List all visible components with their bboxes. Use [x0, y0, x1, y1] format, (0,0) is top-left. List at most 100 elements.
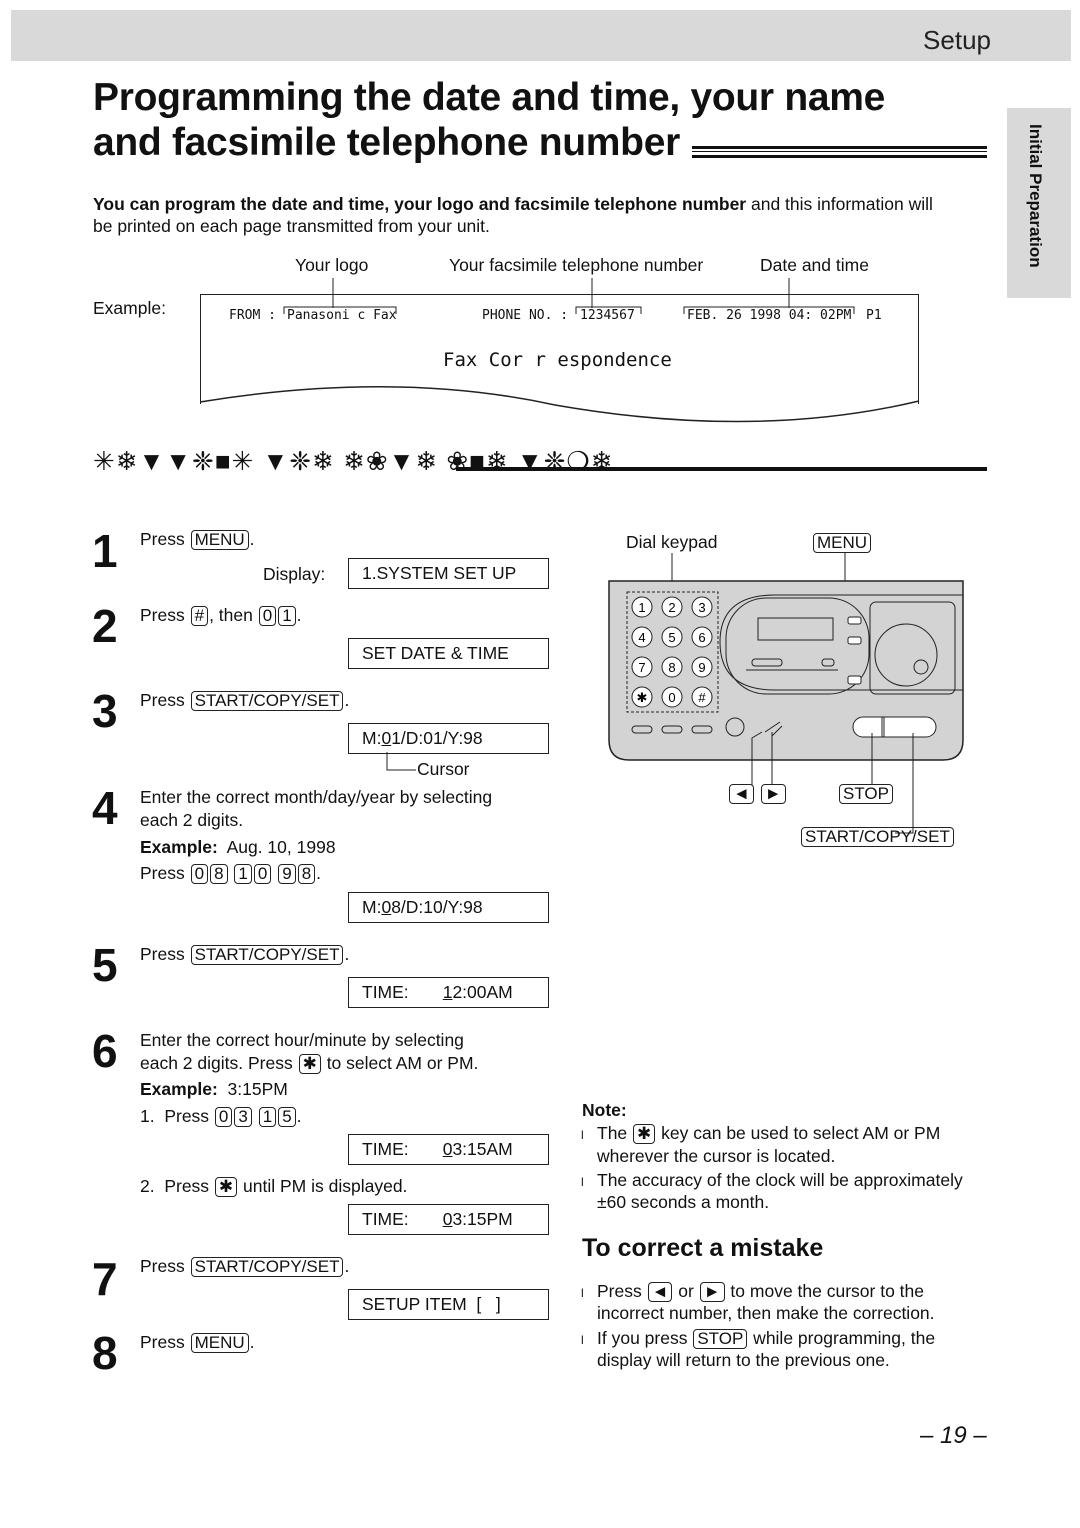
cursor-digit: 0 — [442, 1139, 453, 1159]
text: . — [249, 529, 255, 549]
text: TIME: — [362, 1139, 443, 1159]
correct-item: If you press STOP while programming, the — [597, 1326, 935, 1350]
intro-line2: be printed on each page transmitted from… — [93, 216, 490, 236]
text: Aug. 10, 1998 — [217, 837, 336, 857]
keypad-key-label: 9 — [698, 660, 705, 675]
keypad-key-label: 5 — [668, 630, 675, 645]
lcd-display: TIME: 03:15AM — [348, 1134, 549, 1165]
keypad-key-label: ✱ — [637, 690, 648, 705]
step7-text: Press START/COPY/SET. — [140, 1254, 349, 1278]
bullet: l — [581, 1128, 584, 1142]
text: Enter the correct hour/minute by selecti… — [140, 1030, 464, 1050]
text: Enter the correct month/day/year by sele… — [140, 787, 493, 807]
text: to select AM or PM. — [321, 1053, 479, 1073]
text: wherever the cursor is located. — [597, 1146, 836, 1166]
text: Press — [597, 1281, 647, 1301]
keypad-key-label: 3 — [698, 600, 705, 615]
page-title-line1: Programming the date and time, your name — [93, 76, 885, 119]
text: . — [316, 863, 322, 883]
step-number: 6 — [92, 1025, 118, 1077]
key-label: 0 — [253, 864, 272, 884]
page-number: – 19 – — [920, 1422, 987, 1449]
key-label: START/COPY/SET — [801, 827, 954, 847]
keypad-key-label: 1 — [638, 600, 645, 615]
step-number: 8 — [92, 1327, 118, 1379]
step8-text: Press MENU. — [140, 1330, 255, 1354]
text: 2. Press — [140, 1176, 214, 1196]
key-label: ◄ — [647, 1282, 673, 1302]
header-band: Setup — [11, 10, 1071, 61]
section-label: Setup — [923, 25, 991, 55]
key-label: 1 — [278, 606, 296, 626]
step4-keys: Press 08 10 98. — [140, 861, 321, 885]
intro-bold: You can program the date and time, your … — [93, 194, 747, 214]
key-label: STOP — [693, 1329, 748, 1349]
text: . — [344, 1256, 350, 1276]
correct-heading: To correct a mistake — [582, 1234, 824, 1262]
text: 3:15AM — [452, 1139, 513, 1159]
cursor-digit: 0 — [442, 1209, 453, 1229]
text: . — [296, 1106, 302, 1126]
text: Press — [140, 1256, 190, 1276]
text: until PM is displayed. — [238, 1176, 408, 1196]
text: key can be used to select AM or PM — [656, 1123, 941, 1143]
from-label: FROM : — [229, 308, 276, 323]
step-number: 2 — [92, 600, 118, 652]
datetime-value: FEB. 26 1998 04: 02PM — [687, 308, 852, 323]
note-item: wherever the cursor is located. — [597, 1144, 835, 1168]
example-label: Example: — [93, 298, 166, 318]
key-label: ► — [699, 1282, 725, 1302]
step6-keys: 1. Press 03 15. — [140, 1104, 302, 1128]
step-number: 3 — [92, 685, 118, 737]
key-label: 9 — [278, 864, 296, 884]
text: 1/D:01/Y:98 — [391, 728, 483, 748]
key-label: ✱ — [633, 1124, 656, 1144]
text: The accuracy of the clock will be approx… — [597, 1170, 963, 1190]
lcd-display: TIME: 12:00AM — [348, 977, 549, 1008]
text — [229, 863, 234, 883]
key-label: 0 — [190, 864, 209, 884]
text: . — [249, 1332, 255, 1352]
logo-value: Panasoni c Fax — [287, 308, 397, 323]
key-label: ✱ — [298, 1054, 321, 1074]
keypad-key-label: 4 — [638, 630, 645, 645]
note-item: The ✱ key can be used to select AM or PM — [597, 1121, 940, 1145]
key-label: STOP — [839, 784, 893, 804]
keypad-key-label: 7 — [638, 660, 645, 675]
lcd-display: TIME: 03:15PM — [348, 1204, 549, 1235]
step3-text: Press START/COPY/SET. — [140, 688, 349, 712]
lcd-display: SET DATE & TIME — [348, 638, 549, 669]
text: SETUP ITEM [ ] — [362, 1294, 501, 1314]
key-label: 5 — [278, 1107, 296, 1127]
lcd-display: M:01/D:01/Y:98 — [348, 723, 549, 754]
key-label: START/COPY/SET — [190, 691, 344, 711]
keypad-key-label: 6 — [698, 630, 705, 645]
key-label: ✱ — [214, 1177, 238, 1197]
key-label: ◄ — [729, 784, 754, 804]
text: display will return to the previous one. — [597, 1350, 890, 1370]
key-label: # — [190, 606, 209, 626]
text: 8/D:10/Y:98 — [391, 897, 483, 917]
example-body: Fax Cor r espondence — [443, 349, 672, 371]
bullet: l — [581, 1333, 584, 1347]
key-label: MENU — [190, 1333, 249, 1353]
text: each 2 digits. — [140, 810, 244, 830]
note-item: ±60 seconds a month. — [597, 1190, 769, 1214]
step-number: 4 — [92, 782, 118, 834]
key-label: START/COPY/SET — [190, 945, 344, 965]
text: The — [597, 1123, 633, 1143]
key-label: ► — [760, 784, 786, 804]
lcd-display: SETUP ITEM [ ] — [348, 1289, 549, 1320]
key-label: 8 — [210, 864, 228, 884]
text: TIME: — [362, 982, 443, 1002]
note-title: Note: — [582, 1100, 627, 1120]
text: incorrect number, then make the correcti… — [597, 1303, 935, 1323]
text: Press — [140, 690, 190, 710]
text: Press — [140, 1332, 190, 1352]
lcd-display: 1.SYSTEM SET UP — [348, 558, 549, 589]
step2-text: Press #, then 01. — [140, 603, 302, 627]
text: Press — [140, 605, 190, 625]
heading-rule — [456, 467, 987, 471]
step-number: 7 — [92, 1253, 118, 1305]
correct-item: Press ◄ or ► to move the cursor to the — [597, 1279, 924, 1303]
